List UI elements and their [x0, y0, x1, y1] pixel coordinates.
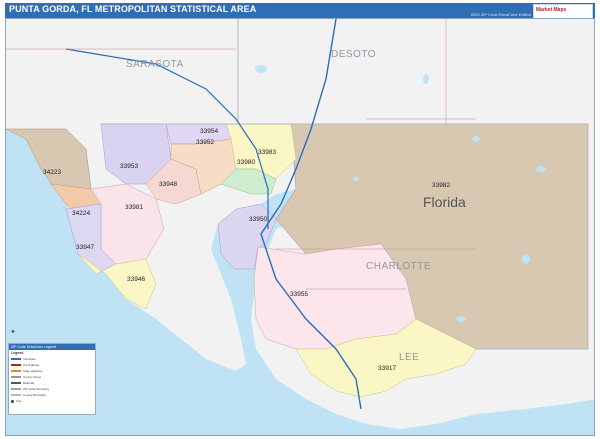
map-title: PUNTA GORDA, FL METROPOLITAN STATISTICAL… — [9, 4, 257, 14]
zip-label[interactable]: 34223 — [43, 169, 61, 176]
state-label: Florida — [423, 194, 466, 210]
county-label-charlotte: CHARLOTTE — [366, 261, 432, 272]
zip-label[interactable]: 33981 — [125, 204, 143, 211]
map-frame: PUNTA GORDA, FL METROPOLITAN STATISTICAL… — [0, 0, 600, 439]
zip-label[interactable]: 33947 — [76, 244, 94, 251]
legend-row: ZIP Code Boundary — [11, 387, 49, 391]
legend-row: State Highway — [11, 369, 42, 373]
brand-text: Market Maps — [536, 7, 567, 13]
zip-label[interactable]: 33982 — [432, 182, 450, 189]
zip-label[interactable]: 33955 — [290, 291, 308, 298]
brand-logo: Market Maps — [533, 4, 593, 19]
edition-text: 2020 ZIP Code ExtraColor Edition — [470, 12, 531, 17]
compass-icon: ✦ — [10, 329, 16, 336]
county-label-desoto: DESOTO — [331, 49, 377, 60]
legend-row: Railroad — [11, 381, 34, 385]
map-legend: ZIP Code ExtraColor Legend Legend Inters… — [8, 343, 96, 415]
zip-label[interactable]: 33980 — [237, 159, 255, 166]
legend-row: City — [11, 399, 21, 403]
zip-label[interactable]: 33952 — [196, 139, 214, 146]
zip-label[interactable]: 33983 — [258, 149, 276, 156]
legend-row: County Boundary — [11, 393, 46, 397]
legend-title: Legend — [11, 351, 24, 355]
zip-label[interactable]: 33948 — [159, 181, 177, 188]
zip-label[interactable]: 33946 — [127, 276, 145, 283]
zip-label[interactable]: 33917 — [378, 365, 396, 372]
legend-header: ZIP Code ExtraColor Legend — [9, 344, 95, 350]
zip-33955-area — [253, 243, 417, 350]
title-bar: PUNTA GORDA, FL METROPOLITAN STATISTICAL… — [5, 3, 595, 19]
legend-row: US Highway — [11, 363, 40, 367]
county-label-lee: LEE — [399, 352, 420, 363]
legend-row: County Road — [11, 375, 41, 379]
zip-label[interactable]: 34224 — [72, 210, 90, 217]
zip-label[interactable]: 33950 — [249, 216, 267, 223]
legend-row: Interstate — [11, 357, 36, 361]
zip-label[interactable]: 33953 — [120, 163, 138, 170]
county-label-sarasota: SARASOTA — [126, 59, 184, 70]
zip-label[interactable]: 33954 — [200, 128, 218, 135]
